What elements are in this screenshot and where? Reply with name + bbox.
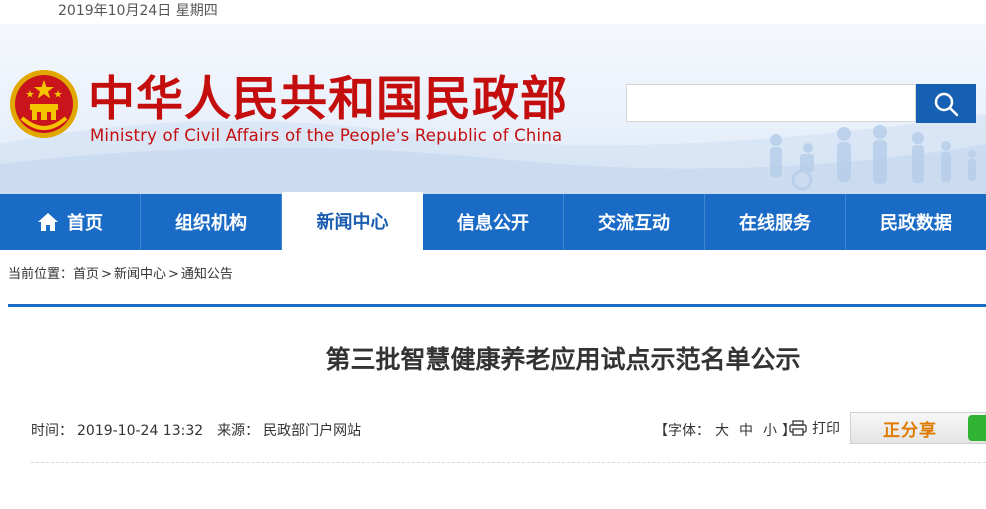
national-emblem-icon[interactable] (8, 68, 80, 140)
breadcrumb-prefix: 当前位置： (8, 267, 74, 282)
site-header: 中华人民共和国民政部 Ministry of Civil Affairs of … (0, 24, 986, 194)
current-date: 2019年10月24日 星期四 (58, 3, 218, 19)
font-size-small[interactable]: 小 (763, 423, 777, 439)
nav-item-online-service[interactable]: 在线服务 (705, 194, 846, 250)
nav-label: 首页 (67, 213, 103, 234)
search-icon (934, 92, 959, 116)
share-button[interactable]: 正分享 (850, 412, 986, 444)
search-input[interactable] (626, 84, 916, 122)
nav-item-organization[interactable]: 组织机构 (141, 194, 282, 250)
nav-label: 民政数据 (880, 213, 952, 234)
article-meta: 时间： 2019-10-24 13:32 来源： 民政部门户网站 (31, 420, 365, 440)
article-panel (8, 304, 986, 509)
nav-label: 新闻中心 (316, 212, 389, 233)
site-subtitle: Ministry of Civil Affairs of the People'… (90, 126, 563, 145)
nav-label: 组织机构 (175, 213, 247, 234)
print-button[interactable]: 打印 (789, 418, 840, 438)
font-size-controls: 【字体：大中小】 (654, 420, 796, 440)
font-size-medium[interactable]: 中 (739, 423, 753, 439)
article-title: 第三批智慧健康养老应用试点示范名单公示 (325, 345, 801, 374)
share-label: 正分享 (883, 420, 937, 441)
nav-label: 交流互动 (598, 213, 670, 234)
nav-label: 信息公开 (457, 213, 529, 234)
font-size-large[interactable]: 大 (715, 423, 729, 439)
font-size-prefix: 【字体： (654, 423, 710, 439)
source-label: 来源： (217, 423, 260, 439)
nav-item-interaction[interactable]: 交流互动 (564, 194, 705, 250)
breadcrumb-item-notices[interactable]: 通知公告 (181, 267, 233, 282)
breadcrumb-separator: > (167, 267, 179, 282)
nav-item-news-center[interactable]: 新闻中心 (282, 192, 423, 250)
source-value: 民政部门户网站 (263, 423, 362, 439)
breadcrumb: 当前位置：首页 > 新闻中心 > 通知公告 (8, 263, 233, 282)
main-nav: 首页 组织机构 新闻中心 信息公开 交流互动 在线服务 民政数据 (0, 192, 986, 250)
wechat-share-icon[interactable] (968, 415, 986, 441)
nav-item-home[interactable]: 首页 (0, 194, 141, 250)
meta-divider (31, 462, 986, 463)
nav-label: 在线服务 (739, 213, 811, 234)
nav-item-civil-data[interactable]: 民政数据 (846, 194, 986, 250)
site-title[interactable]: 中华人民共和国民政部 (88, 74, 568, 126)
breadcrumb-item-news-center[interactable]: 新闻中心 (114, 267, 166, 282)
time-label: 时间： (31, 423, 73, 439)
breadcrumb-separator: > (101, 267, 112, 282)
people-silhouette-decoration (770, 125, 976, 191)
breadcrumb-item-home[interactable]: 首页 (73, 267, 99, 282)
time-value: 2019-10-24 13:32 (77, 423, 204, 439)
nav-item-info-disclosure[interactable]: 信息公开 (423, 194, 564, 250)
search-button[interactable] (916, 84, 976, 123)
home-icon (37, 212, 59, 232)
printer-icon (789, 420, 807, 436)
date-bar: 2019年10月24日 星期四 (0, 0, 986, 24)
print-label: 打印 (812, 421, 840, 437)
